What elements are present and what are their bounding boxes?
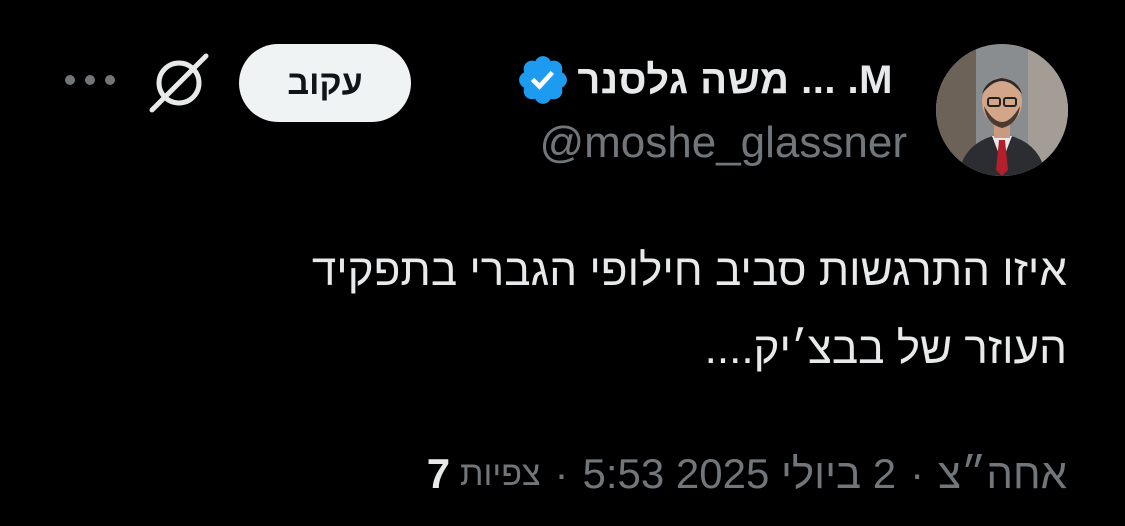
verified-badge-icon[interactable]	[515, 52, 571, 108]
meta-separator-2: ·	[554, 450, 569, 497]
display-name[interactable]: M. ... משה גלסנר	[577, 58, 893, 103]
views-count: 7	[426, 450, 451, 497]
tweet-text-line-1: איזו התרגשות סביב חילופי הגברי בתפקיד	[311, 246, 1067, 295]
meta-separator: ·	[910, 450, 925, 497]
more-horizontal-icon[interactable]	[62, 68, 118, 92]
tweet-time[interactable]: אחה״צ	[938, 450, 1067, 498]
avatar[interactable]	[936, 44, 1068, 176]
tweet-text: איזו התרגשות סביב חילופי הגברי בתפקיד הע…	[107, 232, 1067, 388]
author-handle[interactable]: @moshe_glassner	[539, 118, 907, 168]
follow-button[interactable]: עקוב	[239, 44, 411, 122]
tweet-date[interactable]: 2 ביולי 2025 5:53	[582, 450, 896, 498]
grok-icon[interactable]	[146, 50, 212, 116]
avatar-photo	[936, 44, 1068, 176]
tweet-text-line-2: העוזר של בבצ׳יק....	[704, 324, 1067, 373]
views-label: צפיות	[460, 454, 541, 493]
tweet-meta: אחה״צ · 2 ביולי 2025 5:53 · צפיות 7	[427, 444, 1067, 504]
author-name-row[interactable]: M. ... משה גלסנר	[515, 50, 893, 110]
tweet-card: M. ... משה גלסנר @moshe_glassner עקוב אי…	[0, 0, 1125, 526]
